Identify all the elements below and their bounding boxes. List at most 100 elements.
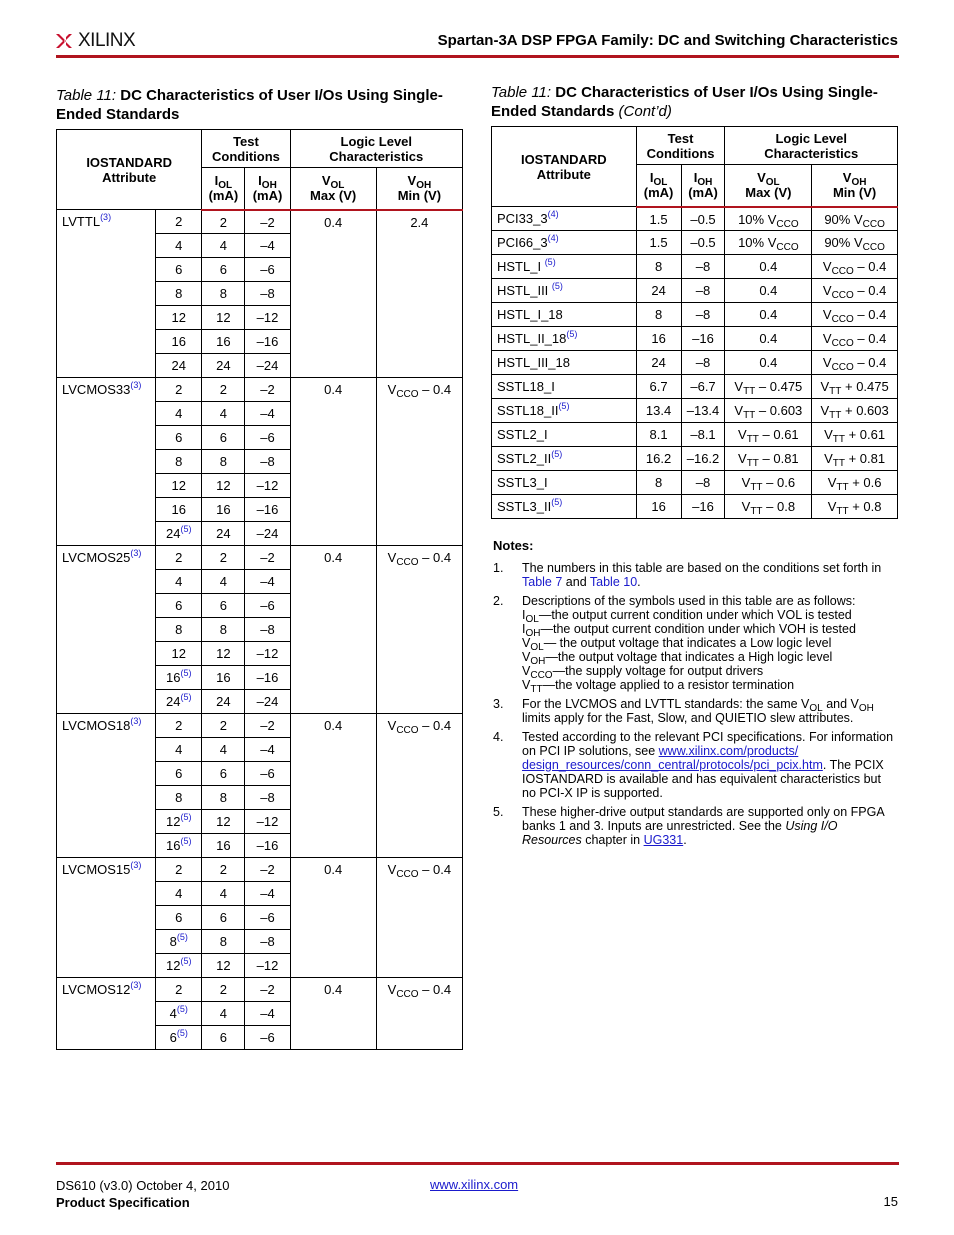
- iostandard-name: LVCMOS33(3): [55, 377, 157, 546]
- iol-value: 16: [201, 497, 246, 522]
- footnote-ref[interactable]: (4): [548, 233, 559, 243]
- footnote-ref[interactable]: (5): [181, 812, 192, 822]
- footnote-ref[interactable]: (3): [130, 548, 141, 558]
- voh-value: VTT + 0.475: [811, 374, 898, 399]
- footnote-ref[interactable]: (5): [566, 329, 577, 339]
- iol-value: 4: [201, 569, 246, 594]
- ug331-link[interactable]: UG331: [644, 833, 684, 847]
- col-ioh: IOH (mA): [244, 167, 291, 211]
- iol-value: 2: [201, 377, 246, 402]
- footnote-ref[interactable]: (3): [100, 212, 111, 222]
- footnote-ref[interactable]: (5): [181, 956, 192, 966]
- drive-strength: 8: [155, 785, 203, 810]
- footnote-ref[interactable]: (5): [177, 932, 188, 942]
- col-iol: IOL (mA): [201, 167, 246, 211]
- vol-value: 0.4: [724, 254, 813, 279]
- iol-value: 8.1: [635, 422, 682, 447]
- footnote-ref[interactable]: (5): [181, 692, 192, 702]
- ioh-value: –24: [244, 353, 291, 378]
- iol-value: 4: [201, 737, 246, 762]
- drive-strength: 4: [155, 401, 203, 426]
- footnote-ref[interactable]: (5): [545, 257, 556, 267]
- footnote-ref[interactable]: (3): [130, 860, 141, 870]
- ioh-value: –4: [244, 233, 291, 258]
- iol-value: 24: [201, 353, 246, 378]
- logo-text: XILINX: [78, 30, 136, 51]
- ioh-value: –16: [244, 497, 291, 522]
- table-row: SSTL2_II(5) 16.2 –16.2 VTT – 0.81 VTT + 0.81: [491, 446, 898, 471]
- footnote-ref[interactable]: (5): [177, 1028, 188, 1038]
- xilinx-website-link[interactable]: www.xilinx.com: [430, 1177, 518, 1192]
- footnote-ref[interactable]: (4): [548, 209, 559, 219]
- iol-value: 2: [201, 857, 246, 882]
- iol-value: 16.2: [635, 446, 682, 471]
- dc-characteristics-table-contd: IOSTANDARD Attribute Test Conditions Logic…: [491, 126, 898, 519]
- footnote-ref[interactable]: (3): [130, 980, 141, 990]
- ioh-value: –6: [244, 761, 291, 786]
- footer-rule: [56, 1162, 899, 1165]
- drive-strength: 6: [155, 425, 203, 450]
- symbol-definition: VOH—the output voltage that indicates a …: [522, 650, 833, 667]
- ioh-value: –8: [680, 470, 726, 495]
- drive-strength: 6(5): [155, 1025, 203, 1050]
- ioh-value: –2: [244, 377, 291, 402]
- iol-value: 16: [201, 665, 246, 690]
- drive-strength: 12(5): [155, 809, 203, 834]
- ioh-value: –4: [244, 401, 291, 426]
- col-logic-level: Logic Level Characteristics: [289, 129, 464, 168]
- drive-strength: 6: [155, 593, 203, 618]
- iostandard-name: HSTL_III (5): [491, 278, 637, 303]
- voh-value: VCCO – 0.4: [375, 377, 464, 546]
- iol-value: 6: [201, 1025, 246, 1050]
- iostandard-name: LVTTL(3): [55, 209, 157, 378]
- drive-strength: 2: [155, 545, 203, 570]
- ioh-value: –16: [244, 833, 291, 858]
- iostandard-name: LVCMOS25(3): [55, 545, 157, 714]
- footnote-ref[interactable]: (3): [130, 380, 141, 390]
- drive-strength: 24(5): [155, 521, 203, 546]
- vol-value: 0.4: [289, 209, 377, 378]
- ioh-value: –8: [244, 449, 291, 474]
- voh-value: VCCO – 0.4: [375, 977, 464, 1050]
- voh-value: VCCO – 0.4: [811, 278, 898, 303]
- vol-value: 0.4: [289, 977, 377, 1050]
- iol-value: 8: [635, 470, 682, 495]
- iol-value: 8: [635, 254, 682, 279]
- left-table-caption: Table 11: DC Characteristics of User I/O…: [56, 86, 456, 124]
- drive-strength: 8: [155, 617, 203, 642]
- footnote-ref[interactable]: (5): [181, 524, 192, 534]
- footnote-ref[interactable]: (5): [181, 668, 192, 678]
- drive-strength: 2: [155, 977, 203, 1002]
- drive-strength: 4: [155, 569, 203, 594]
- table-10-link[interactable]: Table 10: [590, 575, 637, 589]
- vol-value: 0.4: [724, 350, 813, 375]
- footnote-ref[interactable]: (5): [177, 1004, 188, 1014]
- iostandard-name: SSTL3_II(5): [491, 494, 637, 519]
- symbol-definition: VTT—the voltage applied to a resistor te…: [522, 678, 795, 695]
- col-voh: VOH Min (V): [811, 164, 898, 208]
- drive-strength: 2: [155, 377, 203, 402]
- table-row: LVCMOS18(3) 2 2 –2 0.4 VCCO – 0.4: [55, 713, 464, 858]
- iol-value: 12: [201, 809, 246, 834]
- footnote-ref[interactable]: (5): [552, 281, 563, 291]
- ioh-value: –24: [244, 521, 291, 546]
- footnote-ref[interactable]: (5): [551, 497, 562, 507]
- caption-prefix: Table 11:: [491, 84, 552, 101]
- xilinx-logo-icon: [56, 34, 72, 48]
- iostandard-name: PCI33_3(4): [491, 206, 637, 231]
- footnote-ref[interactable]: (5): [181, 836, 192, 846]
- footnote-ref[interactable]: (5): [558, 401, 569, 411]
- iol-value: 13.4: [635, 398, 682, 423]
- col-logic-level: Logic Level Characteristics: [724, 126, 898, 165]
- table-row: HSTL_II_18(5) 16 –16 0.4 VCCO – 0.4: [491, 326, 898, 351]
- vol-value: 0.4: [724, 278, 813, 303]
- iol-value: 6: [201, 905, 246, 930]
- ioh-value: –4: [244, 569, 291, 594]
- footnote-ref[interactable]: (5): [551, 449, 562, 459]
- footnote-ref[interactable]: (3): [130, 716, 141, 726]
- ioh-value: –12: [244, 641, 291, 666]
- ioh-value: –2: [244, 545, 291, 570]
- doc-id: DS610 (v3.0) October 4, 2010: [56, 1178, 230, 1193]
- drive-strength: 6: [155, 761, 203, 786]
- table-7-link[interactable]: Table 7: [522, 575, 562, 589]
